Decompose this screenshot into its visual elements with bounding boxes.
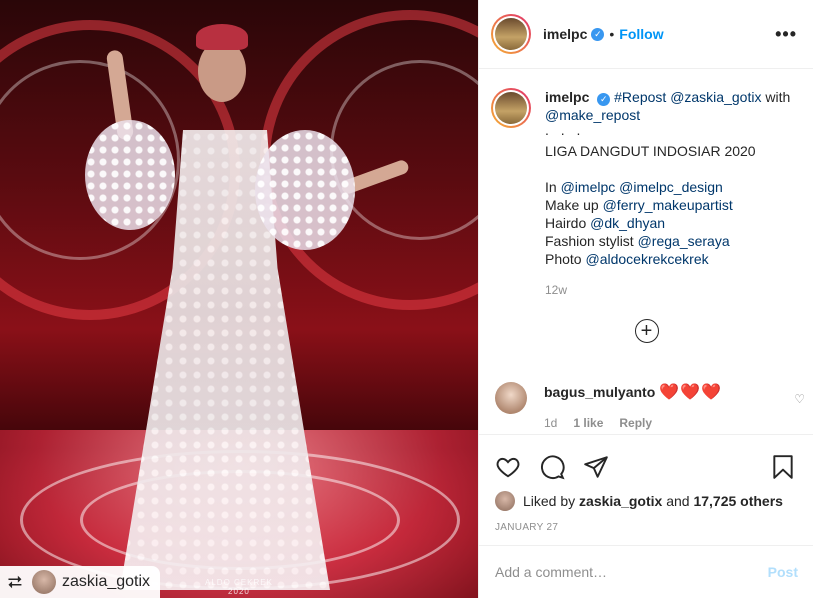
post-comment-button[interactable]: Post (768, 564, 798, 580)
heart-outline-icon[interactable]: ♡ (794, 392, 805, 406)
repost-avatar (32, 570, 56, 594)
credit-line: Hairdo @dk_dhyan (545, 214, 798, 232)
likes-count-link[interactable]: 17,725 others (693, 493, 783, 509)
credit-line: In @imelpc @imelpc_design (545, 178, 798, 196)
credit-line: Make up @ferry_makeupartist (545, 196, 798, 214)
post-actions: Liked by zaskia_gotix and 17,725 others … (479, 434, 813, 533)
credit-label: Photo (545, 251, 582, 267)
photo-watermark: ALDO CEKREK 2020 (205, 578, 273, 596)
repost-credit[interactable]: ⮂ zaskia_gotix (0, 566, 161, 598)
caption-blank (545, 160, 798, 178)
author-username[interactable]: imelpc (543, 26, 587, 42)
add-comment-bar: Post (479, 545, 813, 598)
credit-label: Hairdo (545, 215, 587, 231)
mention-link[interactable]: @ferry_makeupartist (603, 197, 733, 213)
like-heart-icon[interactable] (495, 454, 523, 482)
credit-label: In (545, 179, 557, 195)
mention-link[interactable]: @aldocekrekcekrek (585, 251, 708, 267)
liker-avatar[interactable] (495, 491, 515, 511)
comment-age[interactable]: 1d (544, 416, 557, 430)
separator-dot: • (609, 26, 615, 42)
caption-word: with (765, 89, 791, 105)
commenter-avatar[interactable] (495, 382, 527, 414)
mention-link[interactable]: @make_repost (545, 107, 640, 123)
likes-prefix: Liked by (523, 493, 576, 509)
post-photo[interactable]: ALDO CEKREK 2020 ⮂ zaskia_gotix (0, 0, 478, 598)
likes-summary: Liked by zaskia_gotix and 17,725 others (479, 489, 813, 513)
likes-and: and (666, 493, 690, 509)
post-header: imelpc ✓ • Follow ••• (479, 0, 813, 69)
plus-circle-icon[interactable]: + (634, 319, 659, 343)
comment-input[interactable] (495, 564, 768, 580)
caption: imelpc ✓ #Repost @zaskia_gotix with @mak… (479, 70, 813, 268)
mention-link[interactable]: @dk_dhyan (590, 215, 665, 231)
repost-icon: ⮂ (7, 571, 23, 592)
post-date[interactable]: JANUARY 27 (479, 513, 813, 533)
comment-body: bagus_mulyanto ❤️❤️❤️ 1d 1 like Reply (544, 382, 722, 430)
watermark-text: ALDO CEKREK (205, 578, 273, 587)
caption-text: imelpc ✓ #Repost @zaskia_gotix with @mak… (545, 88, 798, 268)
bookmark-icon[interactable] (770, 454, 798, 482)
more-options-icon[interactable]: ••• (775, 24, 797, 45)
action-bar (479, 435, 813, 489)
credit-line: Photo @aldocekrekcekrek (545, 250, 798, 268)
watermark-year: 2020 (228, 587, 250, 596)
comment-bubble-icon[interactable] (539, 454, 567, 482)
performer-sleeve (85, 120, 175, 230)
comments-area[interactable]: imelpc ✓ #Repost @zaskia_gotix with @mak… (479, 70, 813, 434)
mention-link[interactable]: @rega_seraya (638, 233, 730, 249)
mention-link[interactable]: @imelpc @imelpc_design (561, 179, 723, 195)
repost-username: zaskia_gotix (62, 573, 151, 590)
hashtag-link[interactable]: #Repost (614, 89, 666, 105)
performer-sleeve (255, 130, 355, 250)
caption-title: LIGA DANGDUT INDOSIAR 2020 (545, 143, 756, 159)
post-side-panel: imelpc ✓ • Follow ••• imelpc ✓ #Repost @… (478, 0, 813, 598)
credit-label: Make up (545, 197, 599, 213)
follow-button[interactable]: Follow (619, 26, 663, 42)
credit-label: Fashion stylist (545, 233, 634, 249)
liker-username[interactable]: zaskia_gotix (579, 493, 662, 509)
caption-username[interactable]: imelpc (545, 89, 589, 105)
caption-dots: . . . (545, 122, 585, 138)
author-avatar[interactable] (491, 14, 531, 54)
comment-item: bagus_mulyanto ❤️❤️❤️ 1d 1 like Reply ♡ (495, 382, 805, 430)
comment-likes[interactable]: 1 like (573, 416, 603, 430)
caption-timestamp[interactable]: 12w (545, 283, 813, 297)
comment-meta: 1d 1 like Reply (544, 416, 722, 430)
performer-headpiece (196, 24, 248, 50)
commenter-username[interactable]: bagus_mulyanto (544, 384, 655, 400)
comment-text: ❤️❤️❤️ (659, 384, 722, 401)
verified-badge-icon: ✓ (597, 92, 611, 106)
credit-line: Fashion stylist @rega_seraya (545, 232, 798, 250)
reply-button[interactable]: Reply (619, 416, 652, 430)
verified-badge-icon: ✓ (591, 27, 605, 41)
mention-link[interactable]: @zaskia_gotix (670, 89, 761, 105)
caption-avatar[interactable] (491, 88, 531, 128)
share-paper-plane-icon[interactable] (583, 454, 611, 482)
